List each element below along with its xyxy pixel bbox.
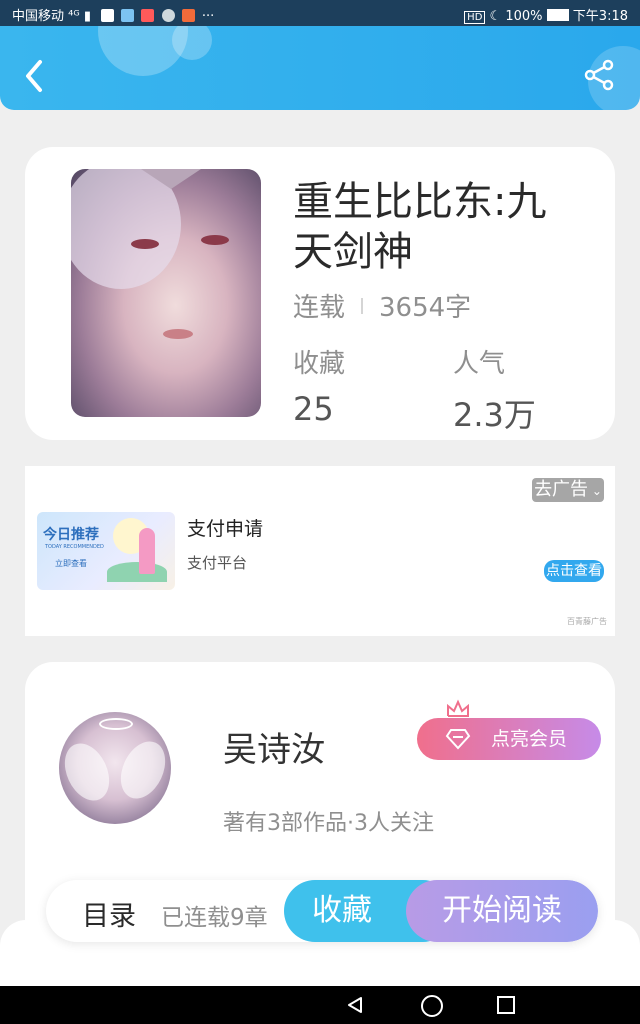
status-left: 中国移动 ⁴ᴳ ▮ ··· [12, 5, 214, 24]
diamond-icon [445, 729, 471, 750]
book-info-card: 重生比比东:九天剑神 连载 3654字 收藏 25 人气 2.3万 [25, 147, 615, 440]
status-right: HD ☾ 100% 下午3:18 [464, 5, 628, 24]
ad-image[interactable]: 今日推荐 TODAY RECOMMENDED 立即查看 [37, 512, 175, 590]
chevron-left-icon [26, 60, 42, 92]
book-status: 连载 [293, 293, 346, 323]
favorites-count: 25 [293, 390, 334, 428]
book-title: 重生比比东:九天剑神 [293, 179, 547, 275]
table-of-contents-button[interactable]: 目录 [82, 894, 136, 933]
vip-membership-button[interactable]: 点亮会员 [417, 718, 601, 760]
carrier-label: 中国移动 [12, 9, 65, 24]
header-bubble [172, 26, 212, 60]
app-icon [101, 9, 115, 22]
ad-image-subtitle: TODAY RECOMMENDED [45, 544, 104, 550]
book-cover[interactable] [71, 169, 261, 417]
moon-icon: ☾ [489, 9, 502, 24]
divider [361, 298, 364, 314]
book-meta: 连载 3654字 [293, 287, 471, 324]
battery-icon [546, 9, 569, 21]
signal-icon: ▮ [83, 9, 92, 24]
chevron-down-icon: ⌄ [588, 484, 602, 498]
ad-image-cta: 立即查看 [55, 559, 87, 568]
battery-percent: 100% [505, 9, 543, 24]
notification-icons [101, 9, 198, 24]
author-stats: 著有3部作品·3人关注 [223, 811, 434, 836]
share-icon [584, 59, 614, 91]
chapter-count: 已连载9章 [161, 905, 268, 931]
ad-card[interactable]: 去广告 ⌄ 今日推荐 TODAY RECOMMENDED 立即查看 支付申请 支… [25, 466, 615, 636]
ad-source: 百青藤广告 [567, 617, 607, 626]
start-reading-button[interactable]: 开始阅读 [406, 880, 598, 942]
ad-image-title: 今日推荐 [43, 527, 99, 543]
header [0, 26, 640, 110]
nav-back-icon[interactable] [346, 996, 364, 1014]
bell-icon [161, 9, 175, 22]
avatar[interactable] [59, 712, 171, 824]
vip-button-label: 点亮会员 [491, 728, 568, 750]
hd-icon: HD [464, 11, 486, 24]
nav-home-icon[interactable] [421, 995, 443, 1017]
word-count: 3654字 [379, 293, 472, 323]
action-bar: 目录 已连载9章 收藏 开始阅读 [46, 880, 598, 942]
app-icon [181, 9, 195, 22]
nav-recent-apps-icon[interactable] [497, 996, 515, 1014]
crown-icon [447, 699, 469, 717]
network-indicator: ⁴ᴳ [68, 9, 80, 24]
back-button[interactable] [20, 56, 50, 96]
status-bar: 中国移动 ⁴ᴳ ▮ ··· HD ☾ 100% 下午3:18 [0, 0, 640, 26]
more-notifications-icon: ··· [201, 9, 215, 24]
favorites-label: 收藏 [293, 349, 346, 379]
popularity-label: 人气 [453, 349, 506, 379]
clock: 下午3:18 [572, 9, 628, 24]
share-button[interactable] [582, 58, 616, 92]
ad-subtitle: 支付平台 [187, 554, 248, 572]
app-icon [141, 9, 155, 22]
ad-view-button[interactable]: 点击查看 [544, 560, 604, 582]
app-icon [121, 9, 135, 22]
ad-title: 支付申请 [187, 518, 264, 540]
author-name: 吴诗汝 [223, 730, 325, 770]
system-nav-bar [0, 986, 640, 1024]
popularity-count: 2.3万 [453, 396, 536, 434]
remove-ad-button[interactable]: 去广告 ⌄ [532, 478, 604, 502]
